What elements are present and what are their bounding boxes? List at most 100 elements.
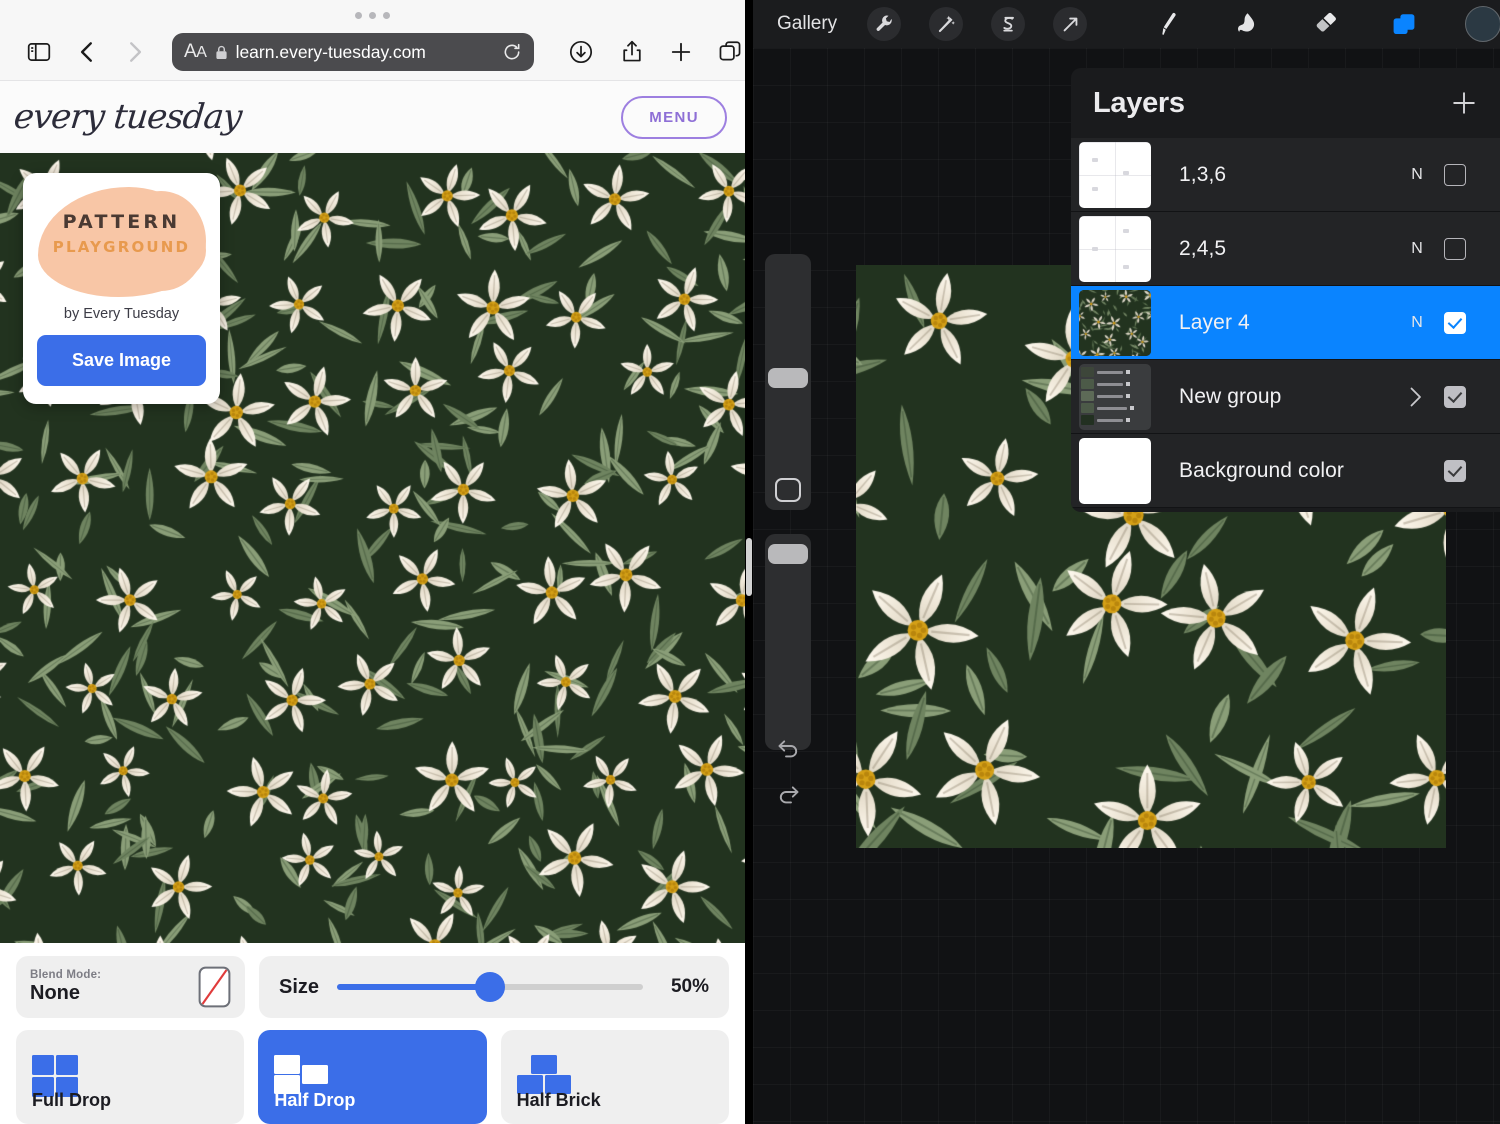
layers-icon[interactable] xyxy=(1387,7,1421,41)
layer-thumbnail[interactable] xyxy=(1079,289,1151,356)
group-mini-row xyxy=(1081,367,1149,378)
split-view-divider[interactable] xyxy=(745,0,753,1124)
layout-label-half-brick: Half Brick xyxy=(516,1090,601,1110)
undo-icon[interactable] xyxy=(775,736,802,762)
pattern-controls-panel: Blend Mode: None Size 50% Full Drop Half… xyxy=(0,943,745,1124)
procreate-app-pane: Gallery Layers 1,3,6 N 2,4,5 N Layer 4 N… xyxy=(753,0,1500,1124)
tabs-overview-icon[interactable] xyxy=(717,39,743,65)
blend-mode-text-group: Blend Mode: None xyxy=(30,969,101,1005)
layer-thumbnail[interactable] xyxy=(1079,215,1151,282)
logo-byline: by Every Tuesday xyxy=(63,306,180,322)
share-icon[interactable] xyxy=(619,39,645,65)
thumbnail-mark xyxy=(1092,186,1098,191)
thumbnail-mark xyxy=(1092,157,1098,162)
menu-button[interactable]: MENU xyxy=(621,95,727,139)
layer-row[interactable]: 2,4,5 N xyxy=(1071,212,1500,286)
layout-label-full-drop: Full Drop xyxy=(32,1090,111,1110)
brush-size-slider[interactable] xyxy=(765,254,811,510)
layer-thumbnail[interactable] xyxy=(1079,141,1151,208)
layer-row[interactable]: 1,3,6 N xyxy=(1071,138,1500,212)
thumbnail-mark xyxy=(1123,170,1129,175)
layout-button-half-brick[interactable]: Half Brick xyxy=(500,1030,729,1124)
chevron-right-icon[interactable] xyxy=(1402,384,1428,410)
background-color-swatch[interactable] xyxy=(1079,437,1151,504)
thumbnail-mark xyxy=(1092,246,1098,251)
size-value: 50% xyxy=(670,976,709,997)
layer-group-name: New group xyxy=(1179,384,1282,408)
blend-mode-control[interactable]: Blend Mode: None xyxy=(16,956,245,1018)
blend-mode-value: None xyxy=(30,982,80,1004)
no-blend-icon xyxy=(198,966,231,1008)
url-text: learn.every-tuesday.com xyxy=(235,41,426,62)
safari-toolbar: AA learn.every-tuesday.com xyxy=(0,24,745,80)
aa-glyph-large: A xyxy=(184,41,197,62)
brush-opacity-slider[interactable] xyxy=(765,534,811,750)
layer-row-selected[interactable]: Layer 4 N xyxy=(1071,286,1500,360)
paint-brush-icon[interactable] xyxy=(1151,7,1185,41)
new-tab-icon[interactable] xyxy=(668,39,694,65)
back-icon[interactable] xyxy=(74,39,100,65)
background-color-name: Background color xyxy=(1179,458,1345,482)
size-label: Size xyxy=(279,975,320,998)
thumbnail-grid xyxy=(1079,141,1151,208)
sidebar-icon[interactable] xyxy=(26,39,52,65)
thumbnail-floral-artwork xyxy=(1079,289,1151,356)
add-layer-button[interactable] xyxy=(1450,89,1478,117)
layer-group-row[interactable]: New group xyxy=(1071,360,1500,434)
layer-visibility-checkbox[interactable] xyxy=(1444,237,1466,260)
adjustments-wand-icon[interactable] xyxy=(929,7,964,41)
layout-label-half-drop: Half Drop xyxy=(274,1090,356,1110)
modify-square-icon[interactable] xyxy=(775,478,801,502)
address-bar[interactable]: AA learn.every-tuesday.com xyxy=(172,33,534,71)
group-mini-row xyxy=(1081,379,1149,390)
layer-group-thumbnail[interactable] xyxy=(1079,363,1151,430)
brush-opacity-knob[interactable] xyxy=(768,544,808,564)
text-size-button[interactable]: AA xyxy=(184,41,207,63)
downloads-icon[interactable] xyxy=(568,39,594,65)
gallery-button[interactable]: Gallery xyxy=(777,13,837,35)
size-slider-fill xyxy=(337,984,491,990)
controls-row-top: Blend Mode: None Size 50% xyxy=(16,956,729,1018)
brush-size-knob[interactable] xyxy=(768,368,808,388)
layer-blend-mode[interactable]: N xyxy=(1400,166,1434,184)
logo-word-pattern: PATTERN xyxy=(62,211,181,233)
multitasking-handle[interactable] xyxy=(0,6,745,24)
handle-dot xyxy=(355,11,362,19)
split-view-grabber[interactable] xyxy=(746,538,752,596)
layers-panel: Layers 1,3,6 N 2,4,5 N Layer 4 N New gro… xyxy=(1071,68,1500,512)
layout-button-full-drop[interactable]: Full Drop xyxy=(16,1030,245,1124)
pattern-playground-logo: PATTERN PLAYGROUND xyxy=(37,187,206,297)
layer-blend-mode[interactable]: N xyxy=(1400,314,1434,332)
layers-title: Layers xyxy=(1093,86,1185,119)
layer-blend-mode[interactable]: N xyxy=(1400,240,1434,258)
safari-browser-pane: AA learn.every-tuesday.com every tuesday… xyxy=(0,0,745,1124)
size-slider-thumb[interactable] xyxy=(475,972,506,1002)
layer-visibility-checkbox[interactable] xyxy=(1444,311,1466,334)
color-swatch-icon[interactable] xyxy=(1465,6,1500,42)
redo-icon[interactable] xyxy=(775,782,802,808)
layers-panel-header: Layers xyxy=(1071,68,1500,138)
size-slider-track[interactable] xyxy=(337,972,643,1002)
aa-glyph-small: A xyxy=(196,44,207,61)
transform-arrow-icon[interactable] xyxy=(1053,7,1088,41)
save-image-button[interactable]: Save Image xyxy=(37,335,206,386)
selection-s-icon[interactable] xyxy=(991,7,1026,41)
layer-visibility-checkbox[interactable] xyxy=(1444,385,1466,408)
background-color-row[interactable]: Background color xyxy=(1071,434,1500,508)
procreate-toolbar: Gallery xyxy=(753,0,1500,48)
layer-visibility-checkbox[interactable] xyxy=(1444,163,1466,186)
actions-wrench-icon[interactable] xyxy=(867,7,902,41)
site-logo[interactable]: every tuesday xyxy=(12,97,243,137)
layer-name: Layer 4 xyxy=(1179,310,1250,334)
smudge-icon[interactable] xyxy=(1229,7,1263,41)
reload-icon[interactable] xyxy=(502,42,522,62)
save-image-card: PATTERN PLAYGROUND by Every Tuesday Save… xyxy=(23,173,220,404)
controls-row-layouts: Full Drop Half Drop Half Brick xyxy=(16,1030,729,1124)
size-control[interactable]: Size 50% xyxy=(259,956,729,1018)
eraser-icon[interactable] xyxy=(1309,7,1343,41)
layer-visibility-checkbox[interactable] xyxy=(1444,459,1466,482)
thumbnail-mark xyxy=(1123,264,1129,269)
group-mini-row xyxy=(1081,391,1149,402)
forward-icon xyxy=(122,39,148,65)
layout-button-half-drop[interactable]: Half Drop xyxy=(258,1030,487,1124)
